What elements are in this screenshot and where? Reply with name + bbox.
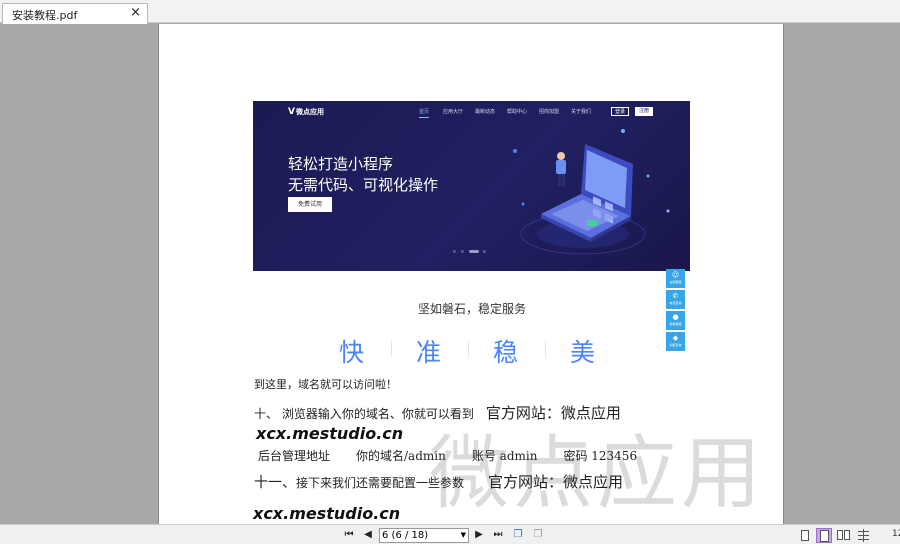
logo-text: 微点应用: [295, 108, 324, 116]
paste-page-icon[interactable]: ❐: [531, 528, 545, 542]
page-glyph: [801, 530, 809, 541]
laptop-illustration: [513, 129, 670, 255]
nav-item: 首页: [419, 108, 430, 118]
line-glyph: [863, 529, 864, 542]
handshake-icon: ◆: [672, 334, 679, 342]
chat-icon: ☺: [671, 271, 680, 279]
official-site-label: 官方网站：微点应用: [485, 404, 621, 422]
feature-row: 快 准 稳 美: [339, 333, 619, 367]
float-button-label: 在线客服: [669, 280, 682, 284]
feature-divider: [468, 341, 469, 357]
single-page-view-icon[interactable]: [797, 528, 813, 543]
nav-item: 帮助中心: [507, 109, 528, 115]
banner-subheadline: 无需代码、可视化操作: [288, 176, 439, 194]
page-glyph: [844, 530, 850, 540]
tagline: 坚如磐石，稳定服务: [417, 302, 526, 316]
float-button-label: 微信客服: [669, 322, 682, 326]
page-selector[interactable]: 6 (6 / 18) ▼: [379, 528, 469, 543]
bottom-toolbar: ⏮ ◀ 6 (6 / 18) ▼ ▶ ⏭ ❐ ❐ 12: [0, 524, 900, 544]
page-glyph: [820, 530, 829, 542]
float-button: ☺ 在线客服: [666, 269, 685, 288]
step-ten: 十、 浏览器输入你的域名、你就可以看到 官方网站：微点应用: [254, 402, 621, 423]
nav-item: 应用大厅: [443, 109, 464, 115]
close-icon[interactable]: ×: [130, 5, 141, 20]
url-text: xcx.mestudio.cn: [253, 504, 401, 523]
float-button: ◆ 加盟咨询: [666, 332, 685, 351]
feature-word: 稳: [493, 338, 519, 367]
continuous-view-icon[interactable]: [816, 528, 832, 543]
float-button-label: 加盟咨询: [669, 343, 682, 347]
logo-v-icon: V: [288, 107, 295, 117]
last-page-icon[interactable]: ⏭: [491, 528, 505, 542]
next-page-icon[interactable]: ▶: [472, 528, 486, 542]
password-text: 密码 123456: [563, 449, 638, 463]
banner-cta-button: 免费试用: [288, 197, 332, 212]
carousel-dot: [453, 250, 456, 253]
step-eleven-text: 接下来我们还需要配置一些参数: [296, 476, 465, 490]
tab-document[interactable]: 安装教程.pdf ×: [2, 3, 148, 24]
admin-info: 后台管理地址 你的域名/admin 账号 admin 密码 123456: [258, 447, 663, 464]
step-eleven-number: 十一、: [254, 475, 296, 491]
feature-divider: [391, 341, 392, 357]
banner-logo: V微点应用: [288, 107, 324, 117]
previous-page-icon[interactable]: ◀: [361, 528, 375, 542]
first-page-icon[interactable]: ⏮: [342, 528, 356, 542]
tab-bar: 安装教程.pdf ×: [0, 0, 900, 24]
carousel-dot-active: [469, 250, 479, 253]
account-text: 账号 admin: [471, 449, 538, 463]
feature-word: 美: [570, 338, 596, 367]
copy-page-icon[interactable]: ❐: [511, 528, 525, 542]
two-page-view-icon[interactable]: [836, 528, 852, 543]
banner-register-button: 注册: [635, 107, 653, 116]
admin-path: 你的域名/admin: [356, 449, 446, 463]
nav-item: 招商加盟: [539, 109, 560, 115]
carousel-dot: [461, 250, 464, 253]
step-eleven: 十一、接下来我们还需要配置一些参数 官方网站：微点应用: [254, 471, 623, 492]
nav-item: 关于我们: [571, 109, 592, 115]
zoom-level[interactable]: 12: [892, 529, 900, 539]
chevron-down-icon: ▼: [460, 531, 466, 539]
carousel-dot: [483, 250, 486, 253]
feature-divider: [545, 341, 546, 357]
nav-item: 最新动态: [475, 109, 496, 115]
page-glyph: [837, 530, 843, 540]
pdf-page: V微点应用 首页 应用大厅 最新动态 帮助中心 招商加盟 关于我们 登录 注册 …: [158, 24, 784, 524]
tab-title: 安装教程.pdf: [12, 9, 78, 22]
admin-label: 后台管理地址: [258, 449, 331, 463]
feature-word: 快: [339, 338, 365, 367]
page-selector-value: 6 (6 / 18): [382, 530, 429, 541]
url-text: xcx.mestudio.cn: [256, 424, 404, 443]
banner-login-button: 登录: [611, 107, 629, 116]
document-viewer[interactable]: V微点应用 首页 应用大厅 最新动态 帮助中心 招商加盟 关于我们 登录 注册 …: [0, 24, 900, 524]
step-ten-text: 十、 浏览器输入你的域名、你就可以看到: [254, 407, 474, 421]
watermark: 微点应用: [429, 427, 765, 520]
two-page-continuous-icon[interactable]: [856, 528, 872, 543]
banner-headline: 轻松打造小程序: [288, 155, 394, 173]
official-site-label: 官方网站：微点应用: [488, 473, 624, 491]
text-reachable: 到这里，域名就可以访问啦！: [254, 378, 397, 391]
feature-word: 准: [416, 338, 442, 367]
website-banner: V微点应用 首页 应用大厅 最新动态 帮助中心 招商加盟 关于我们 登录 注册 …: [253, 101, 690, 271]
